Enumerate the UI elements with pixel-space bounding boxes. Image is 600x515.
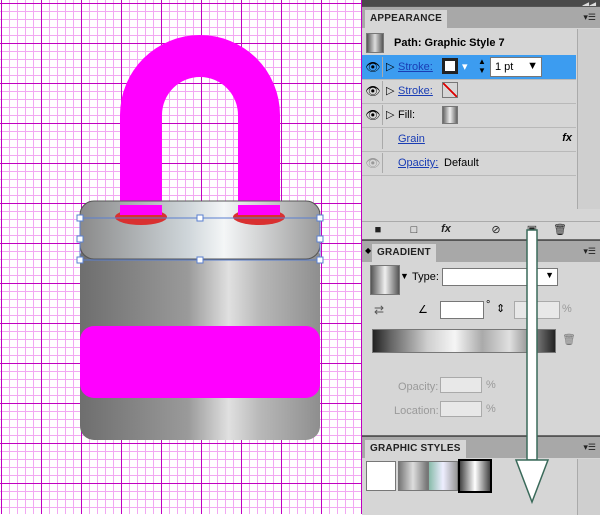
target-thumbnail bbox=[366, 33, 384, 53]
shackle bbox=[120, 35, 280, 215]
new-fill-icon[interactable]: □ bbox=[406, 224, 422, 236]
visibility-eye-icon[interactable]: 👁 bbox=[364, 81, 383, 101]
aspect-ratio-icon: ⇕ bbox=[496, 303, 506, 315]
expand-triangle-icon[interactable]: ▷ bbox=[386, 108, 394, 121]
graphic-style-swatch-default[interactable] bbox=[366, 461, 396, 491]
appearance-row-stroke-1[interactable]: 👁 ▷ Stroke: ▾ ▲ ▼ 1 pt ▼ bbox=[362, 55, 576, 80]
trash-icon[interactable]: 🗑 bbox=[562, 333, 576, 346]
percent-sign: % bbox=[562, 303, 572, 315]
panel-menu-icon[interactable]: ▾☰ bbox=[583, 246, 596, 257]
graphic-style-swatch-2[interactable] bbox=[428, 461, 458, 491]
appearance-scrollbar[interactable] bbox=[577, 29, 600, 209]
appearance-target-label: Path: Graphic Style 7 bbox=[394, 37, 505, 49]
gradient-location-label: Location: bbox=[394, 405, 439, 417]
stepper-icon[interactable]: ▲ ▼ bbox=[478, 57, 486, 75]
add-effect-icon[interactable]: fx bbox=[438, 223, 454, 235]
panel-menu-icon[interactable]: ▾☰ bbox=[583, 442, 596, 453]
stroke-color-swatch[interactable] bbox=[442, 58, 458, 74]
gradient-preview-swatch[interactable] bbox=[370, 265, 400, 295]
graphic-styles-scrollbar[interactable] bbox=[577, 459, 600, 515]
swatch-dropdown-icon[interactable]: ▾ bbox=[462, 60, 468, 73]
stroke-none-swatch[interactable] bbox=[442, 82, 458, 98]
visibility-eye-icon[interactable]: 👁 bbox=[364, 57, 383, 77]
visibility-empty-icon[interactable] bbox=[364, 129, 383, 149]
appearance-toolbar: ■ □ fx ⊘ ▣ 🗑 bbox=[362, 221, 600, 240]
appearance-panel: APPEARANCE ▾☰ Path: Graphic Style 7 👁 ▷ … bbox=[362, 6, 600, 239]
opacity-label[interactable]: Opacity: bbox=[398, 157, 438, 169]
stroke-label[interactable]: Stroke: bbox=[398, 85, 433, 97]
angle-icon: ∠ bbox=[418, 304, 428, 316]
padlock-artwork[interactable] bbox=[0, 0, 362, 514]
appearance-row-grain[interactable]: Grain fx bbox=[362, 127, 576, 152]
tab-graphic-styles[interactable]: GRAPHIC STYLES bbox=[365, 440, 466, 458]
panel-menu-icon[interactable]: ▾☰ bbox=[583, 12, 596, 23]
gradient-opacity-field[interactable] bbox=[440, 377, 482, 393]
tab-gradient[interactable]: GRADIENT bbox=[372, 244, 436, 262]
visibility-eye-icon[interactable]: 👁 bbox=[364, 105, 383, 125]
panel-grip-icon[interactable]: ◆ bbox=[365, 246, 371, 255]
fx-icon[interactable]: fx bbox=[562, 132, 572, 144]
new-stroke-icon[interactable]: ■ bbox=[370, 224, 386, 236]
opacity-value: Default bbox=[444, 157, 479, 169]
fill-gradient-swatch[interactable] bbox=[442, 106, 458, 124]
stroke-weight-field[interactable]: 1 pt ▼ bbox=[490, 57, 542, 77]
artboard-canvas[interactable] bbox=[0, 0, 362, 514]
angle-field[interactable] bbox=[440, 301, 484, 319]
appearance-row-opacity[interactable]: 👁 Opacity: Default bbox=[362, 151, 576, 176]
stroke-label[interactable]: Stroke: bbox=[398, 61, 433, 73]
drag-arrow-annotation bbox=[514, 229, 550, 505]
panel-dock: ◀◀ APPEARANCE ▾☰ Path: Graphic Style 7 👁… bbox=[362, 0, 600, 515]
trash-icon[interactable]: 🗑 bbox=[552, 223, 568, 236]
gradient-panel: ◆ GRADIENT ▾☰ ▼ Type: ▼ ⇄ ∠ ° ⇕ % 🗑 Opac… bbox=[362, 240, 600, 435]
appearance-row-stroke-2[interactable]: 👁 ▷ Stroke: bbox=[362, 79, 576, 104]
gradient-opacity-label: Opacity: bbox=[398, 381, 439, 393]
expand-triangle-icon[interactable]: ▷ bbox=[386, 84, 394, 97]
magenta-band bbox=[80, 326, 320, 398]
degree-sign: ° bbox=[486, 299, 491, 311]
graphic-style-swatch-1[interactable] bbox=[398, 461, 428, 491]
chevron-down-icon[interactable]: ▼ bbox=[527, 60, 538, 72]
fill-label: Fill: bbox=[398, 109, 416, 121]
percent-sign: % bbox=[486, 379, 496, 391]
lock-lid bbox=[79, 200, 321, 260]
grain-effect-label[interactable]: Grain bbox=[398, 133, 425, 145]
appearance-row-fill[interactable]: 👁 ▷ Fill: bbox=[362, 103, 576, 128]
reverse-gradient-icon[interactable]: ⇄ bbox=[374, 303, 384, 317]
appearance-target-row: Path: Graphic Style 7 bbox=[362, 31, 576, 56]
tab-appearance[interactable]: APPEARANCE bbox=[365, 10, 448, 28]
gradient-type-label: Type: bbox=[412, 271, 439, 283]
chevron-down-icon[interactable]: ▼ bbox=[400, 271, 409, 281]
expand-triangle-icon[interactable]: ▷ bbox=[386, 60, 394, 73]
gradient-location-field[interactable] bbox=[440, 401, 482, 417]
percent-sign: % bbox=[486, 403, 496, 415]
graphic-style-swatch-3[interactable] bbox=[458, 459, 492, 493]
visibility-eye-icon[interactable]: 👁 bbox=[364, 153, 383, 173]
graphic-styles-panel: GRAPHIC STYLES ▾☰ bbox=[362, 436, 600, 515]
clear-icon[interactable]: ⊘ bbox=[488, 223, 504, 236]
